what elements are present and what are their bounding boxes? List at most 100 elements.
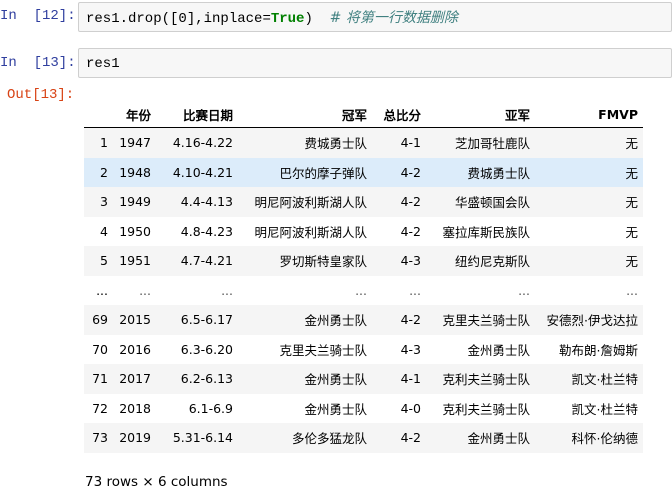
code-comment: # 将第一行数据删除	[329, 10, 458, 26]
table-cell: 4-2	[400, 312, 421, 328]
input-prompt-13: In [13]:	[0, 55, 76, 71]
table-cell: ...	[409, 282, 421, 298]
table-cell: 费城勇士队	[304, 136, 367, 152]
table-cell: 4-3	[400, 253, 421, 269]
index-header	[84, 101, 113, 128]
table-cell: 无	[625, 224, 638, 240]
table-row: 3 1949 4.4-4.13 明尼阿波利斯湖人队 4-2 华盛顿国会队 无	[84, 187, 643, 217]
table-cell: 4-1	[400, 371, 421, 387]
code-cell-13[interactable]: res1	[78, 48, 672, 78]
row-index: ...	[96, 282, 108, 298]
row-index: 72	[92, 400, 108, 416]
table-cell: 1950	[119, 223, 151, 239]
column-header: 总比分	[372, 101, 426, 128]
table-cell: 罗切斯特皇家队	[279, 254, 367, 270]
table-cell: ...	[139, 282, 151, 298]
table-cell: 明尼阿波利斯湖人队	[254, 224, 367, 240]
row-index: 3	[100, 194, 108, 210]
row-index: 1	[100, 135, 108, 151]
table-cell: 2019	[119, 430, 151, 446]
table-cell: 克里夫兰骑士队	[442, 313, 530, 329]
table-cell: 克利夫兰骑士队	[442, 401, 530, 417]
table-row: 1 1947 4.16-4.22 费城勇士队 4-1 芝加哥牡鹿队 无	[84, 127, 643, 158]
table-cell: 巴尔的摩子弹队	[279, 165, 367, 181]
table-cell: 6.2-6.13	[180, 371, 233, 387]
table-cell: 华盛顿国会队	[454, 195, 530, 211]
row-index: 71	[92, 371, 108, 387]
code-cell-12[interactable]: res1.drop([0],inplace=True) # 将第一行数据删除	[78, 2, 672, 32]
table-row: 2 1948 4.10-4.21 巴尔的摩子弹队 4-2 费城勇士队 无	[84, 157, 643, 187]
table-row: 5 1951 4.7-4.21 罗切斯特皇家队 4-3 纽约尼克斯队 无	[84, 246, 643, 276]
output-prompt-13: Out[13]:	[7, 87, 75, 103]
table-row: 4 1950 4.8-4.23 明尼阿波利斯湖人队 4-2 塞拉库斯民族队 无	[84, 217, 643, 247]
table-cell: ...	[355, 282, 367, 298]
code-text-12: res1.drop([0],inplace=True) # 将第一行数据删除	[86, 10, 458, 27]
column-header: 冠军	[238, 101, 372, 128]
table-cell: 无	[625, 195, 638, 211]
table-header-row: 年份 比赛日期 冠军 总比分 亚军 FMVP	[84, 101, 643, 128]
table-cell: 4.4-4.13	[180, 194, 233, 210]
table-body: 1 1947 4.16-4.22 费城勇士队 4-1 芝加哥牡鹿队无 2 1948 4.10-4…	[84, 127, 643, 453]
table-row: 70 2016 6.3-6.20 克里夫兰骑士队 4-3 金州勇士队 勒布朗·詹姆斯	[84, 335, 643, 365]
row-index: 69	[92, 312, 108, 328]
table-cell: 4-3	[400, 341, 421, 357]
table-cell: 勒布朗·詹姆斯	[559, 342, 638, 358]
table-cell: 金州勇士队	[304, 313, 367, 329]
column-header: 年份	[113, 101, 156, 128]
table-cell: 4.10-4.21	[172, 164, 233, 180]
table-cell: 2015	[119, 312, 151, 328]
table-row: 69 2015 6.5-6.17 金州勇士队 4-2 克里夫兰骑士队 安德烈·伊戈达拉	[84, 305, 643, 335]
table-row: 73 2019 5.31-6.14 多伦多猛龙队 4-2 金州勇士队 科怀·伦纳德	[84, 423, 643, 453]
table-cell: 1947	[119, 135, 151, 151]
dataframe-table: 年份 比赛日期 冠军 总比分 亚军 FMVP 1 1947 4.16-4.22 费城勇士队 4-1…	[84, 101, 643, 453]
table-cell: 金州勇士队	[467, 342, 530, 358]
table-cell: 2018	[119, 400, 151, 416]
table-cell: 金州勇士队	[304, 401, 367, 417]
table-cell: 凯文·杜兰特	[571, 372, 638, 388]
code-text-13: res1	[86, 56, 120, 72]
row-index: 70	[92, 341, 108, 357]
table-cell: 无	[625, 165, 638, 181]
table-cell: 4.16-4.22	[172, 135, 233, 151]
table-cell: 4-2	[400, 164, 421, 180]
column-header: 比赛日期	[156, 101, 238, 128]
input-prompt-12: In [12]:	[0, 8, 76, 24]
table-cell: ...	[518, 282, 530, 298]
table-cell: 1949	[119, 194, 151, 210]
column-header: 亚军	[426, 101, 535, 128]
table-cell: 4-2	[400, 194, 421, 210]
table-cell: 芝加哥牡鹿队	[454, 136, 530, 152]
table-cell: 4.7-4.21	[180, 253, 233, 269]
row-index: 73	[92, 430, 108, 446]
table-cell: 1951	[119, 253, 151, 269]
table-cell: 安德烈·伊戈达拉	[546, 313, 638, 329]
table-cell: 无	[625, 136, 638, 152]
dataframe-shape-note: 73 rows × 6 columns	[85, 474, 228, 489]
table-cell: 纽约尼克斯队	[454, 254, 530, 270]
table-cell: 4-0	[400, 400, 421, 416]
table-cell: 4-2	[400, 430, 421, 446]
table-cell: 塞拉库斯民族队	[442, 224, 530, 240]
table-cell: 科怀·伦纳德	[571, 431, 638, 447]
table-cell: 明尼阿波利斯湖人队	[254, 195, 367, 211]
table-cell: ...	[221, 282, 233, 298]
table-cell: 费城勇士队	[467, 165, 530, 181]
table-cell: ...	[626, 282, 638, 298]
row-index: 2	[100, 164, 108, 180]
table-cell: 无	[625, 254, 638, 270]
table-cell: 4.8-4.23	[180, 223, 233, 239]
table-cell: 4-1	[400, 135, 421, 151]
table-cell: 克利夫兰骑士队	[442, 372, 530, 388]
table-cell: 金州勇士队	[467, 431, 530, 447]
table-cell: 2016	[119, 341, 151, 357]
table-cell: 克里夫兰骑士队	[279, 342, 367, 358]
column-header: FMVP	[535, 101, 643, 128]
table-row: 71 2017 6.2-6.13 金州勇士队 4-1 克利夫兰骑士队 凯文·杜兰特	[84, 364, 643, 394]
table-cell: 多伦多猛龙队	[291, 431, 367, 447]
table-cell: 4-2	[400, 223, 421, 239]
ellipsis-row: .....................	[84, 276, 643, 306]
row-index: 5	[100, 253, 108, 269]
table-cell: 6.3-6.20	[180, 341, 233, 357]
table-cell: 1948	[119, 164, 151, 180]
table-cell: 2017	[119, 371, 151, 387]
